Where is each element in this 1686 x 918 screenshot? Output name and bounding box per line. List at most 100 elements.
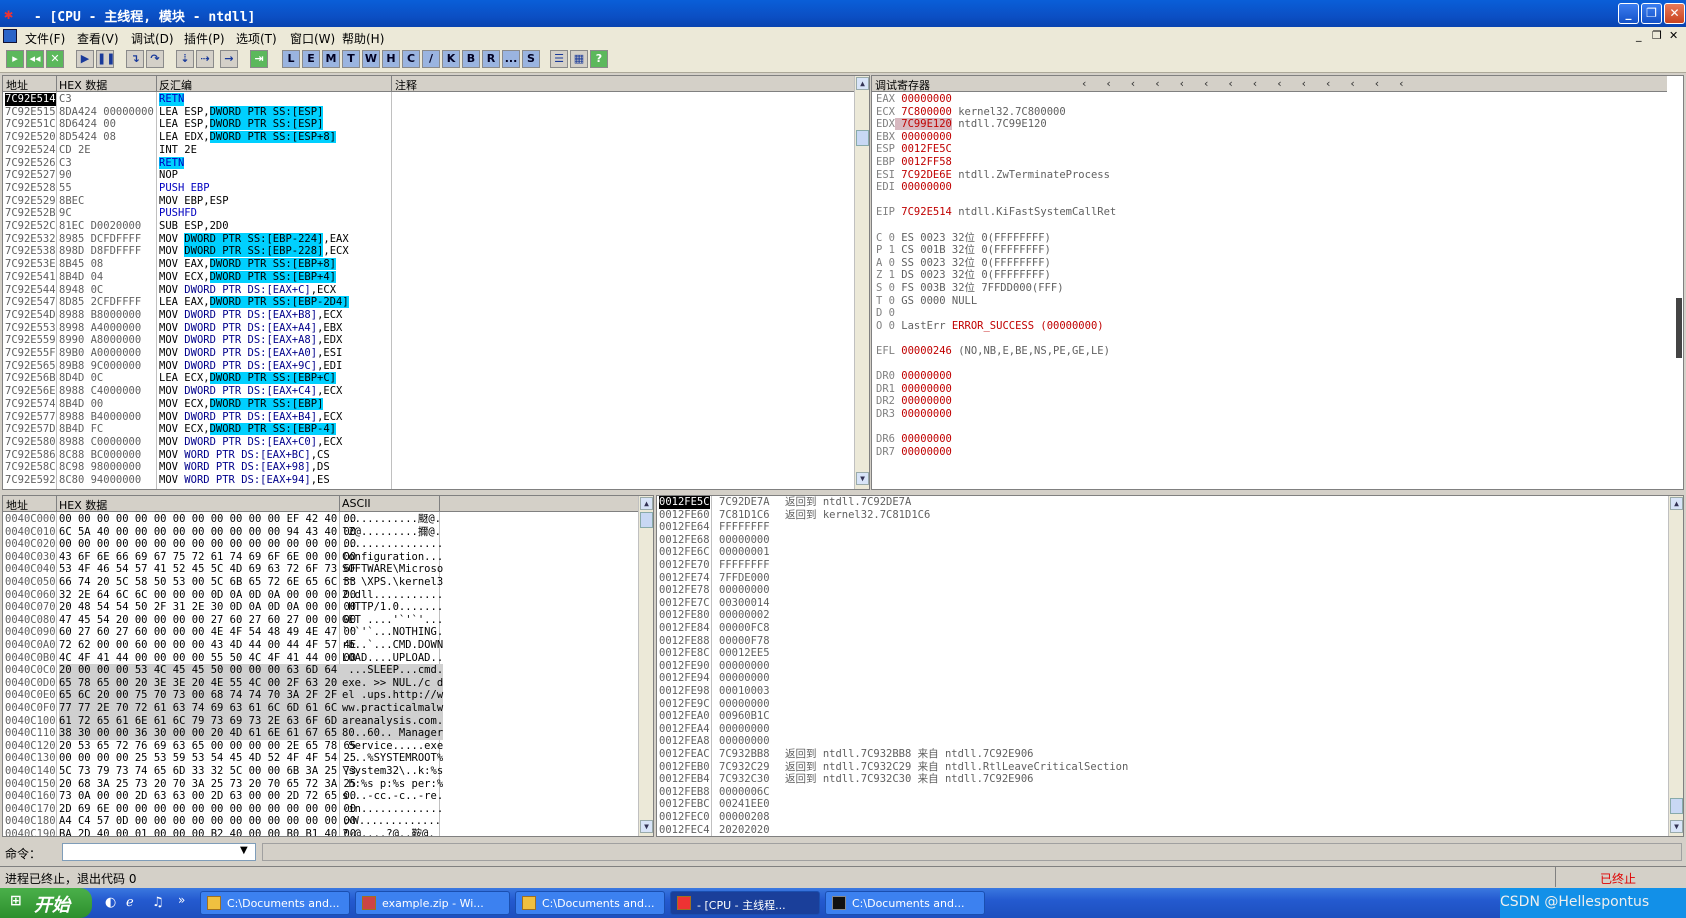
scroll-up-icon[interactable]: ▲ <box>856 77 869 90</box>
stack-row[interactable]: 0012FEC0 00000208 <box>657 811 1667 824</box>
register-row[interactable]: C 0 ES 0023 32位 0(FFFFFFFF) <box>876 232 1051 245</box>
run-trace-button[interactable]: ... <box>502 50 520 68</box>
register-row[interactable]: ESI 7C92DE6E ntdll.ZwTerminateProcess <box>876 169 1110 182</box>
dump-row[interactable]: 0040C050 66 74 20 5C 58 50 53 00 5C 6B 65… <box>3 576 639 589</box>
command-dropdown-icon[interactable]: ▼ <box>240 845 248 856</box>
disasm-row[interactable]: 7C92E544 8948 0C MOV DWORD PTR DS:[EAX+C],… <box>3 284 855 297</box>
dump-row[interactable]: 0040C0C0 20 00 00 00 53 4C 45 45 50 00 00… <box>3 664 639 677</box>
menu-options[interactable]: 选项(T) <box>236 30 277 47</box>
dump-col-ascii-header[interactable]: ASCII <box>342 497 371 510</box>
registers-scroll-area[interactable] <box>1667 76 1683 489</box>
register-row[interactable]: EAX 00000000 <box>876 93 958 106</box>
stack-row[interactable]: 0012FE78 00000000 <box>657 584 1667 597</box>
register-row[interactable]: DR2 00000000 <box>876 395 958 408</box>
dump-row[interactable]: 0040C160 73 0A 00 00 2D 63 63 00 2D 63 00… <box>3 790 639 803</box>
dump-row[interactable]: 0040C0E0 65 6C 20 00 75 70 73 00 68 74 74… <box>3 689 639 703</box>
disassembly-pane[interactable]: 地址 HEX 数据 反汇编 注释 7C92E514 C3 RETN 7C92E515 8… <box>2 75 870 490</box>
help-icon[interactable]: ? <box>590 50 608 68</box>
disasm-row[interactable]: 7C92E553 8998 A4000000 MOV DWORD PTR DS:[E… <box>3 322 855 335</box>
scroll-down-icon[interactable]: ▼ <box>1670 820 1683 833</box>
disasm-row[interactable]: 7C92E51C 8D6424 00 LEA ESP,DWORD PTR SS:[E… <box>3 118 855 131</box>
stack-row[interactable]: 0012FEBC 00241EE0 <box>657 798 1667 811</box>
disasm-row[interactable]: 7C92E54D 8988 B8000000 MOV DWORD PTR DS:[E… <box>3 309 855 322</box>
patches-button[interactable]: / <box>422 50 440 68</box>
disasm-row[interactable]: 7C92E565 89B8 9C000000 MOV DWORD PTR DS:[E… <box>3 360 855 373</box>
dump-row[interactable]: 0040C0F0 77 77 2E 70 72 61 63 74 69 63 61… <box>3 702 639 715</box>
disasm-row[interactable]: 7C92E515 8DA424 00000000 LEA ESP,DWORD PTR… <box>3 105 855 119</box>
mdi-restore-icon[interactable]: ❐ <box>1652 29 1662 42</box>
disasm-row[interactable]: 7C92E526 C3 RETN <box>3 156 855 170</box>
disasm-row[interactable]: 7C92E524 CD 2E INT 2E <box>3 144 855 157</box>
pause-icon[interactable]: ❚❚ <box>96 50 115 68</box>
disasm-row[interactable]: 7C92E528 55 PUSH EBP <box>3 182 855 195</box>
disasm-row[interactable]: 7C92E57D 8B4D FC MOV ECX,DWORD PTR SS:[EBP… <box>3 423 855 436</box>
task-cmd[interactable]: C:\Documents and... <box>825 891 985 915</box>
disasm-row[interactable]: 7C92E55F 89B0 A0000000 MOV DWORD PTR DS:[E… <box>3 347 855 360</box>
stack-row[interactable]: 0012FE5C 7C92DE7A 返回到 ntdll.7C92DE7A <box>657 496 1667 509</box>
windows-button[interactable]: W <box>362 50 380 68</box>
register-row[interactable]: DR0 00000000 <box>876 370 958 383</box>
disasm-row[interactable]: 7C92E586 8C88 BC000000 MOV WORD PTR DS:[EA… <box>3 449 855 462</box>
menu-window[interactable]: 窗口(W) <box>290 30 335 47</box>
disasm-row[interactable]: 7C92E547 8D85 2CFDFFFF LEA EAX,DWORD PTR S… <box>3 296 855 309</box>
handles-button[interactable]: H <box>382 50 400 68</box>
register-row[interactable]: P 1 CS 001B 32位 0(FFFFFFFF) <box>876 244 1051 257</box>
stack-row[interactable]: 0012FE84 00000FC8 <box>657 622 1667 635</box>
disasm-row[interactable]: 7C92E58C 8C98 98000000 MOV WORD PTR DS:[EA… <box>3 461 855 474</box>
registers-splitter-grip[interactable] <box>1676 298 1682 358</box>
dump-scrollbar[interactable]: ▲ ▼ <box>638 496 653 836</box>
register-row[interactable]: T 0 GS 0000 NULL <box>876 295 977 308</box>
dump-row[interactable]: 0040C100 61 72 65 61 6E 61 6C 79 73 69 73… <box>3 714 639 728</box>
source-button[interactable]: S <box>522 50 540 68</box>
task-explorer-1[interactable]: C:\Documents and... <box>200 891 350 915</box>
stack-row[interactable]: 0012FE60 7C81D1C6 返回到 kernel32.7C81D1C6 <box>657 509 1667 522</box>
register-row[interactable] <box>876 358 895 371</box>
menu-debug[interactable]: 调试(D) <box>131 30 174 47</box>
stack-row[interactable]: 0012FE9C 00000000 <box>657 698 1667 711</box>
trace-over-icon[interactable]: ⇢ <box>196 50 214 68</box>
register-row[interactable] <box>876 219 895 232</box>
stack-row[interactable]: 0012FE88 00000F78 <box>657 635 1667 648</box>
register-row[interactable] <box>876 194 895 207</box>
log-window-button[interactable]: L <box>282 50 300 68</box>
col-comment-header[interactable]: 注释 <box>395 77 417 93</box>
disasm-row[interactable]: 7C92E56E 8988 C4000000 MOV DWORD PTR DS:[E… <box>3 385 855 398</box>
scroll-up-icon[interactable]: ▲ <box>1670 497 1683 510</box>
menu-plugins[interactable]: 插件(P) <box>184 30 225 47</box>
register-row[interactable]: O 0 LastErr ERROR_SUCCESS (00000000) <box>876 320 1104 333</box>
goto-icon[interactable]: ⇥ <box>250 50 268 68</box>
dump-col-address-header[interactable]: 地址 <box>6 497 28 513</box>
stack-row[interactable]: 0012FE70 FFFFFFFF <box>657 559 1667 572</box>
register-row[interactable]: EBP 0012FF58 <box>876 156 958 169</box>
threads-button[interactable]: T <box>342 50 360 68</box>
stack-row[interactable]: 0012FE68 00000000 <box>657 534 1667 547</box>
step-into-icon[interactable]: ↴ <box>126 50 144 68</box>
cpu-button[interactable]: C <box>402 50 420 68</box>
disasm-row[interactable]: 7C92E520 8D5424 08 LEA EDX,DWORD PTR SS:[E… <box>3 131 855 144</box>
dump-row[interactable]: 0040C0B0 4C 4F 41 44 00 00 00 00 55 50 4C… <box>3 652 639 665</box>
stack-row[interactable]: 0012FE98 00010003 <box>657 685 1667 698</box>
dump-row[interactable]: 0040C060 32 2E 64 6C 6C 00 00 00 0D 0A 0D… <box>3 589 639 602</box>
dump-row[interactable]: 0040C040 53 4F 46 54 57 41 52 45 5C 4D 69… <box>3 563 639 576</box>
register-row[interactable]: EBX 00000000 <box>876 131 958 144</box>
task-explorer-2[interactable]: C:\Documents and... <box>515 891 665 915</box>
disasm-row[interactable]: 7C92E529 8BEC MOV EBP,ESP <box>3 195 855 208</box>
stack-row[interactable]: 0012FEB0 7C932C29 返回到 ntdll.7C932C29 来自 nt… <box>657 761 1667 774</box>
register-row[interactable]: ECX 7C800000 kernel32.7C800000 <box>876 106 1066 119</box>
stack-row[interactable]: 0012FE8C 00012EE5 <box>657 647 1667 660</box>
register-row[interactable]: EDX 7C99E120 ntdll.7C99E120 <box>876 118 1047 131</box>
scroll-down-icon[interactable]: ▼ <box>856 472 869 485</box>
register-row[interactable]: DR6 00000000 <box>876 433 958 446</box>
stack-row[interactable]: 0012FE64 FFFFFFFF <box>657 521 1667 534</box>
register-row[interactable]: EDI 00000000 <box>876 181 958 194</box>
stack-pane[interactable]: 0012FE5C 7C92DE7A 返回到 ntdll.7C92DE7A 0012FE… <box>656 495 1684 837</box>
trace-into-icon[interactable]: ⇣ <box>176 50 194 68</box>
references-button[interactable]: R <box>482 50 500 68</box>
dump-row[interactable]: 0040C110 38 30 00 00 36 30 00 00 20 4D 61… <box>3 727 639 740</box>
stack-row[interactable]: 0012FE6C 00000001 <box>657 546 1667 559</box>
dump-row[interactable]: 0040C170 2D 69 6E 00 00 00 00 00 00 00 00… <box>3 803 639 816</box>
dump-row[interactable]: 0040C150 20 68 3A 25 73 20 70 3A 25 73 20… <box>3 778 639 791</box>
disassembly-scrollbar[interactable]: ▲ ▼ <box>854 76 869 489</box>
stack-row[interactable]: 0012FE80 00000002 <box>657 609 1667 622</box>
mdi-close-icon[interactable]: ✕ <box>1669 29 1678 42</box>
